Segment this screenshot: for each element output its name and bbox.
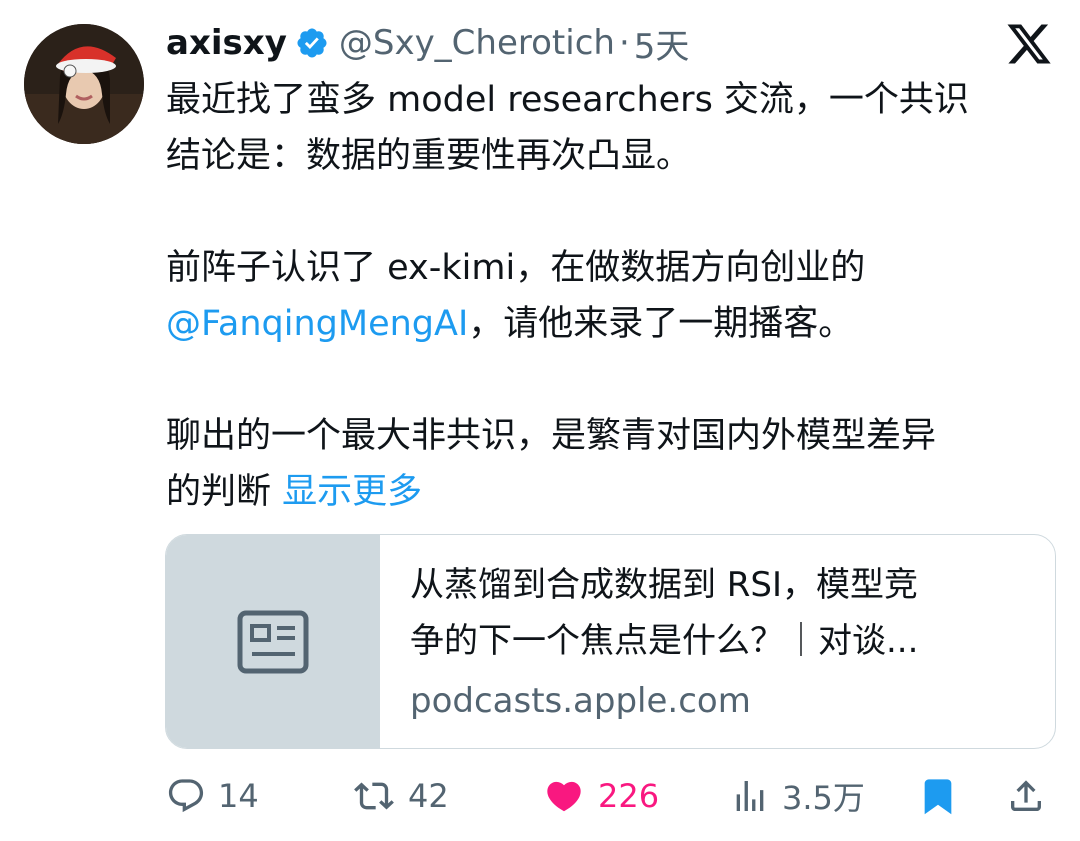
card-title-line: 争的下一个焦点是什么？｜对谈... bbox=[410, 621, 919, 661]
avatar[interactable] bbox=[24, 24, 144, 144]
tweet-text-line: 最近找了蛮多 model researchers 交流，一个共识 bbox=[166, 80, 969, 120]
bookmark-button[interactable] bbox=[918, 766, 970, 826]
reply-icon bbox=[168, 779, 204, 813]
header-separator: · bbox=[618, 23, 630, 63]
article-icon bbox=[237, 610, 309, 673]
reply-button[interactable]: 14 bbox=[166, 766, 259, 826]
like-button[interactable]: 226 bbox=[542, 766, 659, 826]
tweet-text: 最近找了蛮多 model researchers 交流，一个共识 结论是：数据的… bbox=[166, 72, 1066, 520]
views-count: 3.5万 bbox=[782, 779, 865, 817]
tweet-header: axisxy @Sxy_Cherotich · 5天 bbox=[166, 18, 689, 68]
heart-icon bbox=[547, 781, 581, 812]
card-title-line: 从蒸馏到合成数据到 RSI，模型竞 bbox=[410, 565, 919, 605]
tweet-text-line: 前阵子认识了 ex-kimi，在做数据方向创业的 bbox=[166, 248, 866, 288]
card-thumbnail bbox=[166, 535, 380, 748]
views-icon bbox=[736, 781, 764, 811]
tweet-text-fragment: ，请他来录了一期播客。 bbox=[468, 304, 854, 344]
tweet-text-line: 的判断 显示更多 bbox=[166, 464, 1066, 520]
tweet-text-line: 聊出的一个最大非共识，是繁青对国内外模型差异 bbox=[166, 416, 937, 456]
share-icon bbox=[1011, 780, 1041, 811]
views-button[interactable]: 3.5万 bbox=[730, 766, 865, 826]
tweet-text-fragment: 的判断 bbox=[166, 472, 272, 512]
retweet-icon bbox=[354, 782, 394, 810]
tweet-text-line: @FanqingMengAI，请他来录了一期播客。 bbox=[166, 296, 1066, 352]
tweet[interactable]: axisxy @Sxy_Cherotich · 5天 最近找了蛮多 model … bbox=[0, 0, 1080, 841]
reply-count: 14 bbox=[218, 777, 259, 815]
bookmark-icon bbox=[924, 779, 952, 815]
action-bar: 14 42 226 3.5万 bbox=[166, 766, 1056, 826]
like-count: 226 bbox=[598, 777, 660, 815]
tweet-text-line: 结论是：数据的重要性再次凸显。 bbox=[166, 136, 692, 176]
user-handle[interactable]: @Sxy_Cherotich bbox=[339, 23, 615, 63]
show-more-link[interactable]: 显示更多 bbox=[282, 472, 422, 512]
retweet-button[interactable]: 42 bbox=[352, 766, 449, 826]
mention-link[interactable]: @FanqingMengAI bbox=[166, 304, 468, 344]
timestamp[interactable]: 5天 bbox=[634, 19, 690, 68]
verified-badge-icon bbox=[297, 28, 327, 58]
card-info: 从蒸馏到合成数据到 RSI，模型竞 争的下一个焦点是什么？｜对谈... podc… bbox=[380, 535, 1055, 748]
card-domain: podcasts.apple.com bbox=[410, 681, 751, 721]
share-button[interactable] bbox=[1006, 766, 1058, 826]
display-name[interactable]: axisxy bbox=[166, 23, 287, 63]
link-card[interactable]: 从蒸馏到合成数据到 RSI，模型竞 争的下一个焦点是什么？｜对谈... podc… bbox=[165, 534, 1056, 749]
retweet-count: 42 bbox=[408, 777, 449, 815]
x-logo-icon bbox=[1007, 24, 1051, 64]
